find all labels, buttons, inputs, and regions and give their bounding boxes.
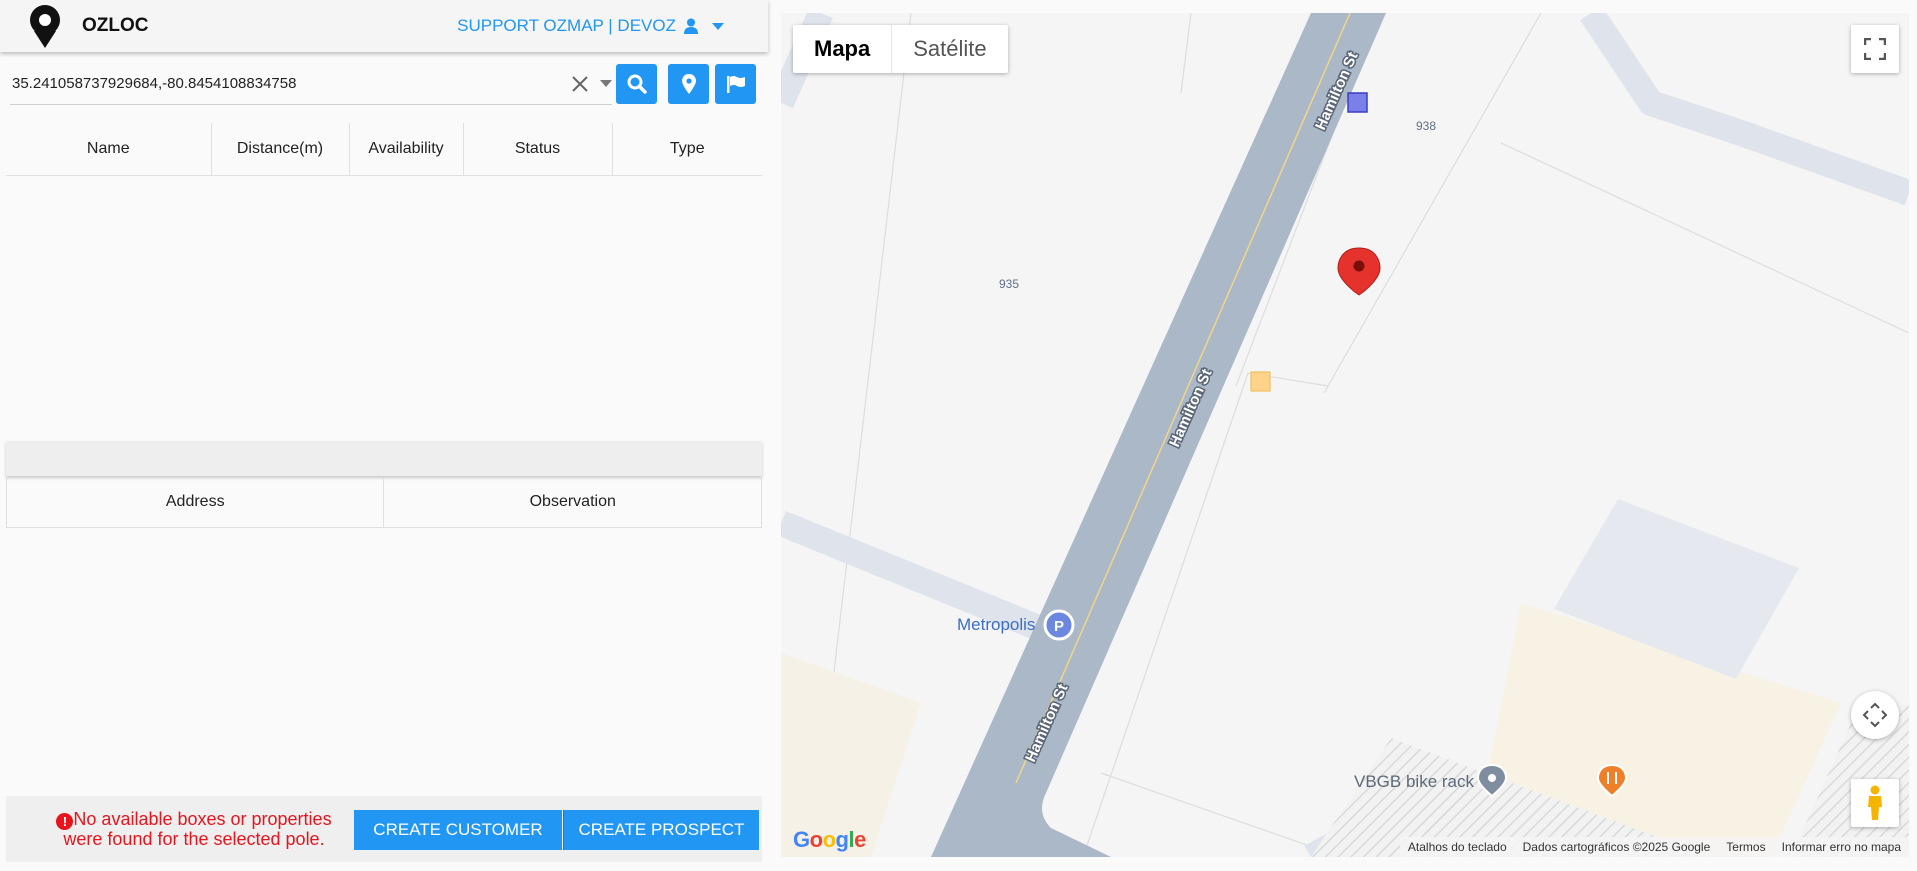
app-root: OZLOC SUPPORT OZMAP | DEVOZ 35.241058737…	[0, 0, 1917, 871]
user-menu[interactable]: SUPPORT OZMAP | DEVOZ	[457, 16, 724, 36]
column-header-type[interactable]: Type	[612, 123, 762, 176]
building-number: 935	[999, 277, 1020, 291]
app-title: OZLOC	[82, 15, 149, 36]
poles-table-header: Name Distance(m) Availability Status Typ…	[6, 123, 762, 176]
map-type-control: Mapa Satélite	[793, 25, 1008, 73]
warning-line-2: were found for the selected pole.	[63, 829, 325, 849]
column-header-name[interactable]: Name	[6, 123, 212, 176]
flag-button[interactable]	[715, 64, 756, 104]
search-row	[10, 62, 758, 106]
locate-pole-button[interactable]	[668, 64, 709, 104]
poi-label-metropolis[interactable]: Metropolis	[957, 615, 1035, 635]
column-header-status[interactable]: Status	[463, 123, 613, 176]
create-customer-button[interactable]: CREATE CUSTOMER	[354, 810, 562, 850]
selected-pole-marker[interactable]	[1337, 247, 1381, 296]
warning-message: ! No available boxes or properties were f…	[34, 810, 354, 849]
keyboard-shortcuts-link[interactable]: Atalhos do teclado	[1408, 840, 1507, 854]
action-bar: ! No available boxes or properties were f…	[6, 796, 762, 862]
column-header-address[interactable]: Address	[5, 477, 385, 528]
report-error-link[interactable]: Informar erro no mapa	[1782, 840, 1901, 854]
alert-icon: !	[56, 813, 74, 830]
create-prospect-button[interactable]: CREATE PROSPECT	[563, 810, 759, 850]
flag-icon	[726, 76, 745, 93]
location-pin-icon	[30, 5, 60, 48]
close-icon[interactable]	[570, 74, 590, 94]
tab-satellite[interactable]: Satélite	[891, 25, 1007, 73]
column-header-distance[interactable]: Distance(m)	[211, 123, 350, 176]
search-button[interactable]	[616, 64, 657, 104]
poi-label-bike-rack[interactable]: VBGB bike rack	[1354, 772, 1474, 792]
address-table-header: Address Observation	[5, 477, 762, 528]
parking-icon: P	[1054, 618, 1064, 635]
chevron-down-icon	[712, 22, 724, 30]
street-view-icon	[1868, 785, 1882, 820]
chevron-down-icon[interactable]	[600, 80, 612, 87]
poles-table: Name Distance(m) Availability Status Typ…	[6, 123, 762, 176]
fullscreen-icon	[1864, 38, 1886, 60]
pan-arrows-icon	[1862, 702, 1888, 728]
street-view-button[interactable]	[1851, 779, 1899, 827]
map-data-attribution: Dados cartográficos ©2025 Google	[1522, 840, 1711, 854]
map-marker-icon	[681, 74, 696, 94]
user-icon	[684, 18, 698, 34]
map-footer: Atalhos do teclado Dados cartográficos ©…	[1399, 837, 1909, 857]
map-view[interactable]: P Hamilton St Hamilton St Hamilton St 93…	[781, 13, 1909, 857]
coordinates-search-input[interactable]	[10, 62, 612, 105]
building-number: 938	[1416, 119, 1437, 133]
column-header-observation[interactable]: Observation	[383, 477, 762, 528]
resize-divider[interactable]	[6, 441, 762, 476]
left-panel: OZLOC SUPPORT OZMAP | DEVOZ 35.241058737…	[0, 0, 768, 871]
camera-control-button[interactable]	[1851, 691, 1899, 739]
address-table: Address Observation	[5, 477, 762, 528]
fullscreen-button[interactable]	[1851, 25, 1899, 73]
google-logo[interactable]: Google	[793, 827, 866, 853]
map-canvas: P Hamilton St Hamilton St Hamilton St	[781, 13, 1909, 857]
column-header-availability[interactable]: Availability	[349, 123, 464, 176]
tab-map[interactable]: Mapa	[793, 25, 891, 73]
user-menu-label: SUPPORT OZMAP | DEVOZ	[457, 16, 676, 35]
terms-link[interactable]: Termos	[1726, 840, 1765, 854]
top-bar: OZLOC SUPPORT OZMAP | DEVOZ	[0, 0, 768, 52]
warning-line-1: No available boxes or properties	[73, 809, 332, 829]
search-icon	[627, 74, 647, 94]
